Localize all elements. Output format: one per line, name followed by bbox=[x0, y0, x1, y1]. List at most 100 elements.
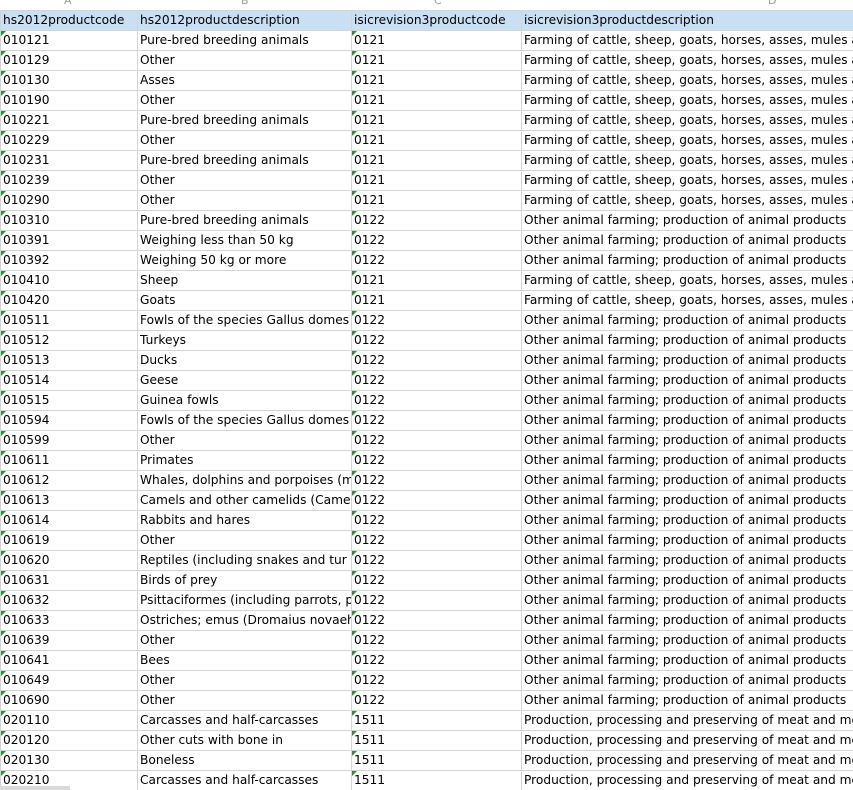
cell-isic-code[interactable]: 0122 bbox=[351, 610, 522, 631]
cell-isic-code[interactable]: 1511 bbox=[351, 750, 522, 771]
cell-hs2012-code[interactable]: 010229 bbox=[0, 130, 138, 151]
cell-hs2012-description[interactable]: Fowls of the species Gallus domes bbox=[137, 310, 352, 331]
cell-hs2012-description[interactable]: Other bbox=[137, 90, 352, 111]
cell-hs2012-description[interactable]: Asses bbox=[137, 70, 352, 91]
cell-hs2012-code[interactable]: 010633 bbox=[0, 610, 138, 631]
column-letter-a[interactable]: A bbox=[64, 0, 72, 7]
column-letter-d[interactable]: D bbox=[768, 0, 776, 7]
cell-hs2012-description[interactable]: Other bbox=[137, 170, 352, 191]
cell-isic-code[interactable]: 0121 bbox=[351, 290, 522, 311]
cell-isic-code[interactable]: 0122 bbox=[351, 490, 522, 511]
cell-hs2012-description[interactable]: Other bbox=[137, 690, 352, 711]
cell-hs2012-code[interactable]: 010632 bbox=[0, 590, 138, 611]
cell-isic-code[interactable]: 0122 bbox=[351, 310, 522, 331]
cell-isic-code[interactable]: 0122 bbox=[351, 370, 522, 391]
cell-hs2012-code[interactable]: 010310 bbox=[0, 210, 138, 231]
cell-isic-code[interactable]: 0121 bbox=[351, 70, 522, 91]
cell-isic-code[interactable]: 0122 bbox=[351, 390, 522, 411]
cell-hs2012-description[interactable]: Sheep bbox=[137, 270, 352, 291]
cell-hs2012-code[interactable]: 010231 bbox=[0, 150, 138, 171]
cell-isic-description[interactable]: Farming of cattle, sheep, goats, horses,… bbox=[521, 290, 853, 311]
cell-isic-code[interactable]: 0121 bbox=[351, 130, 522, 151]
cell-isic-code[interactable]: 0122 bbox=[351, 470, 522, 491]
cell-hs2012-code[interactable]: 010612 bbox=[0, 470, 138, 491]
cell-hs2012-description[interactable]: Guinea fowls bbox=[137, 390, 352, 411]
cell-isic-description[interactable]: Other animal farming; production of anim… bbox=[521, 250, 853, 271]
cell-hs2012-code[interactable]: 010121 bbox=[0, 30, 138, 51]
cell-isic-code[interactable]: 0122 bbox=[351, 510, 522, 531]
cell-hs2012-code[interactable]: 010130 bbox=[0, 70, 138, 91]
cell-isic-description[interactable]: Other animal farming; production of anim… bbox=[521, 390, 853, 411]
horizontal-scrollbar[interactable] bbox=[0, 786, 70, 790]
cell-hs2012-code[interactable]: 010614 bbox=[0, 510, 138, 531]
cell-hs2012-description[interactable]: Weighing 50 kg or more bbox=[137, 250, 352, 271]
cell-isic-code[interactable]: 0122 bbox=[351, 550, 522, 571]
cell-isic-code[interactable]: 0121 bbox=[351, 110, 522, 131]
cell-hs2012-description[interactable]: Goats bbox=[137, 290, 352, 311]
cell-hs2012-description[interactable]: Pure-bred breeding animals bbox=[137, 150, 352, 171]
cell-isic-code[interactable]: 0122 bbox=[351, 530, 522, 551]
cell-hs2012-code[interactable]: 010641 bbox=[0, 650, 138, 671]
header-cell-isic-code[interactable]: isicrevision3productcode bbox=[351, 10, 522, 31]
cell-hs2012-code[interactable]: 010620 bbox=[0, 550, 138, 571]
cell-hs2012-code[interactable]: 020110 bbox=[0, 710, 138, 731]
cell-isic-description[interactable]: Other animal farming; production of anim… bbox=[521, 350, 853, 371]
cell-isic-code[interactable]: 0122 bbox=[351, 210, 522, 231]
cell-hs2012-description[interactable]: Reptiles (including snakes and tur bbox=[137, 550, 352, 571]
cell-isic-description[interactable]: Other animal farming; production of anim… bbox=[521, 310, 853, 331]
cell-isic-description[interactable]: Other animal farming; production of anim… bbox=[521, 330, 853, 351]
cell-hs2012-description[interactable]: Ostriches; emus (Dromaius novaeh bbox=[137, 610, 352, 631]
cell-isic-description[interactable]: Other animal farming; production of anim… bbox=[521, 370, 853, 391]
cell-isic-description[interactable]: Other animal farming; production of anim… bbox=[521, 690, 853, 711]
cell-hs2012-code[interactable]: 010391 bbox=[0, 230, 138, 251]
cell-isic-code[interactable]: 0121 bbox=[351, 50, 522, 71]
cell-hs2012-code[interactable]: 010690 bbox=[0, 690, 138, 711]
cell-hs2012-description[interactable]: Psittaciformes (including parrots, p bbox=[137, 590, 352, 611]
cell-isic-code[interactable]: 0122 bbox=[351, 450, 522, 471]
cell-hs2012-description[interactable]: Fowls of the species Gallus domes bbox=[137, 410, 352, 431]
cell-hs2012-description[interactable]: Carcasses and half-carcasses bbox=[137, 710, 352, 731]
header-cell-hs2012-description[interactable]: hs2012productdescription bbox=[137, 10, 352, 31]
cell-isic-description[interactable]: Farming of cattle, sheep, goats, horses,… bbox=[521, 150, 853, 171]
cell-isic-code[interactable]: 0121 bbox=[351, 30, 522, 51]
cell-hs2012-description[interactable]: Other bbox=[137, 190, 352, 211]
cell-isic-code[interactable]: 0122 bbox=[351, 350, 522, 371]
cell-hs2012-description[interactable]: Pure-bred breeding animals bbox=[137, 210, 352, 231]
cell-hs2012-code[interactable]: 010410 bbox=[0, 270, 138, 291]
cell-isic-description[interactable]: Farming of cattle, sheep, goats, horses,… bbox=[521, 50, 853, 71]
cell-isic-code[interactable]: 0122 bbox=[351, 690, 522, 711]
cell-isic-description[interactable]: Other animal farming; production of anim… bbox=[521, 430, 853, 451]
cell-hs2012-code[interactable]: 010392 bbox=[0, 250, 138, 271]
cell-hs2012-description[interactable]: Other bbox=[137, 430, 352, 451]
cell-isic-description[interactable]: Production, processing and preserving of… bbox=[521, 710, 853, 731]
cell-hs2012-code[interactable]: 010649 bbox=[0, 670, 138, 691]
cell-isic-description[interactable]: Farming of cattle, sheep, goats, horses,… bbox=[521, 170, 853, 191]
cell-isic-description[interactable]: Other animal farming; production of anim… bbox=[521, 410, 853, 431]
cell-hs2012-description[interactable]: Boneless bbox=[137, 750, 352, 771]
cell-isic-description[interactable]: Production, processing and preserving of… bbox=[521, 750, 853, 771]
cell-hs2012-description[interactable]: Bees bbox=[137, 650, 352, 671]
cell-hs2012-code[interactable]: 010290 bbox=[0, 190, 138, 211]
cell-hs2012-description[interactable]: Other bbox=[137, 630, 352, 651]
cell-isic-description[interactable]: Farming of cattle, sheep, goats, horses,… bbox=[521, 190, 853, 211]
cell-isic-code[interactable]: 0122 bbox=[351, 570, 522, 591]
cell-isic-description[interactable]: Other animal farming; production of anim… bbox=[521, 670, 853, 691]
cell-isic-description[interactable]: Other animal farming; production of anim… bbox=[521, 630, 853, 651]
cell-isic-code[interactable]: 0122 bbox=[351, 250, 522, 271]
cell-hs2012-code[interactable]: 010515 bbox=[0, 390, 138, 411]
cell-isic-description[interactable]: Farming of cattle, sheep, goats, horses,… bbox=[521, 70, 853, 91]
cell-isic-description[interactable]: Other animal farming; production of anim… bbox=[521, 510, 853, 531]
cell-hs2012-description[interactable]: Other bbox=[137, 530, 352, 551]
cell-isic-description[interactable]: Farming of cattle, sheep, goats, horses,… bbox=[521, 90, 853, 111]
cell-isic-code[interactable]: 0122 bbox=[351, 330, 522, 351]
column-letter-b[interactable]: B bbox=[241, 0, 249, 7]
cell-hs2012-description[interactable]: Other bbox=[137, 670, 352, 691]
cell-isic-description[interactable]: Production, processing and preserving of… bbox=[521, 730, 853, 751]
cell-isic-code[interactable]: 0122 bbox=[351, 630, 522, 651]
cell-isic-description[interactable]: Other animal farming; production of anim… bbox=[521, 490, 853, 511]
cell-hs2012-description[interactable]: Pure-bred breeding animals bbox=[137, 30, 352, 51]
cell-hs2012-code[interactable]: 010631 bbox=[0, 570, 138, 591]
header-cell-hs2012-code[interactable]: hs2012productcode bbox=[0, 10, 138, 31]
cell-hs2012-code[interactable]: 010619 bbox=[0, 530, 138, 551]
cell-isic-description[interactable]: Farming of cattle, sheep, goats, horses,… bbox=[521, 130, 853, 151]
